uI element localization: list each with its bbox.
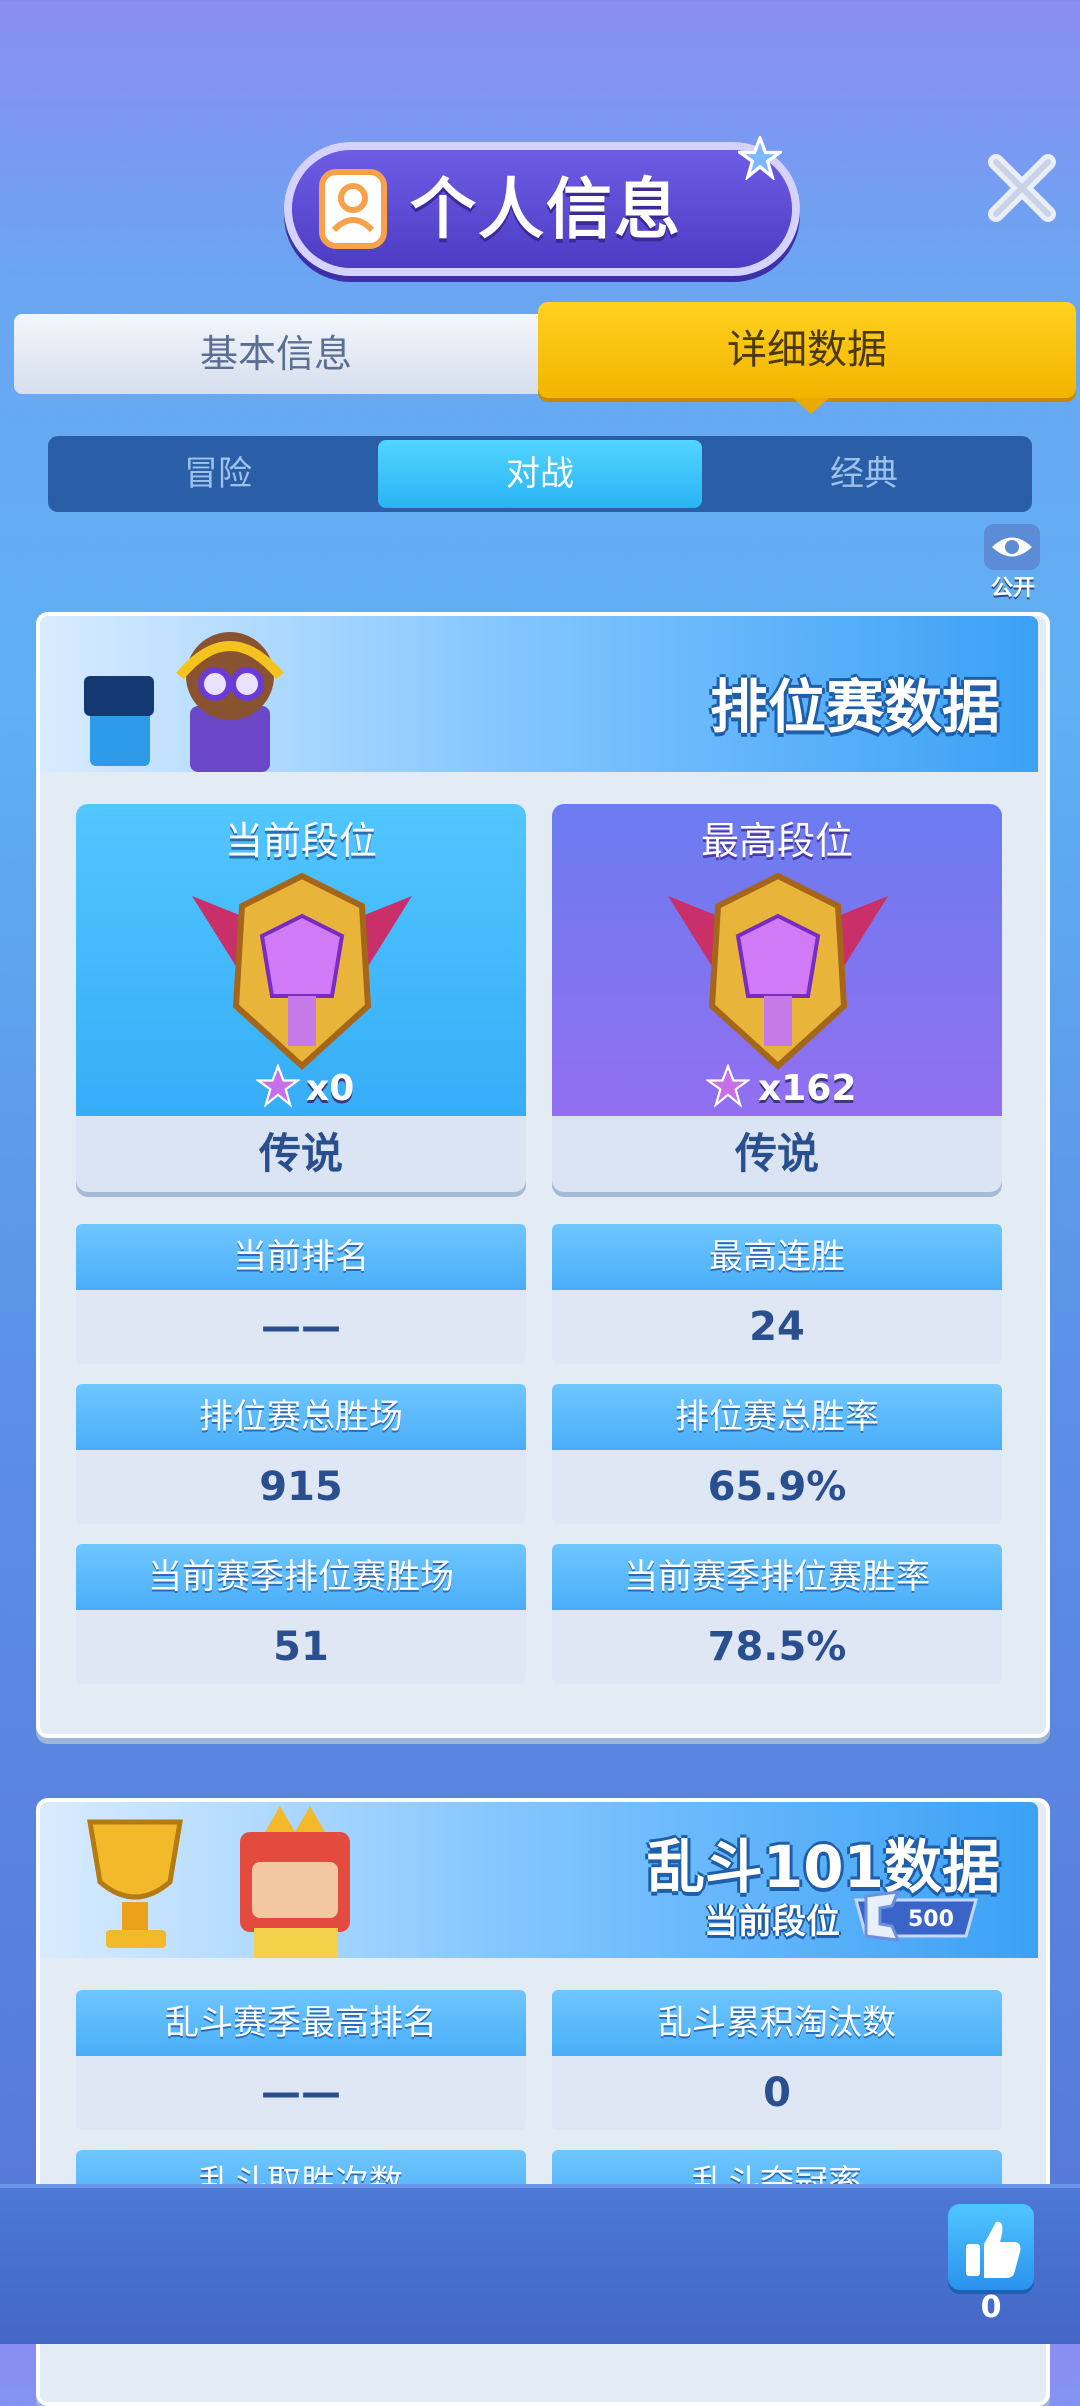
profile-icon bbox=[319, 169, 387, 249]
like-count: 0 bbox=[980, 2290, 1002, 2325]
stat-label: 当前赛季排位赛胜率 bbox=[552, 1544, 1002, 1610]
bottom-bar bbox=[0, 2184, 1080, 2344]
close-button[interactable] bbox=[982, 148, 1062, 228]
segment-battle[interactable]: 对战 bbox=[378, 440, 702, 508]
brawl-tier-badge-value: 500 bbox=[908, 1907, 954, 1932]
tab-detailed-data[interactable]: 详细数据 bbox=[538, 302, 1076, 398]
stat-value: 51 bbox=[76, 1610, 526, 1684]
stat-value: —— bbox=[76, 2056, 526, 2130]
stat-value: —— bbox=[76, 1290, 526, 1364]
current-star-count: x0 bbox=[306, 1068, 355, 1109]
highest-tier-name: 传说 bbox=[552, 1116, 1002, 1192]
brawl-current-tier-label: 当前段位 bbox=[704, 1902, 840, 1942]
stat-value: 0 bbox=[552, 2056, 1002, 2130]
page-title: 个人信息 bbox=[410, 171, 682, 248]
current-tier-name: 传说 bbox=[76, 1116, 526, 1192]
stat-label: 排位赛总胜率 bbox=[552, 1384, 1002, 1450]
trophy-character-illustration-icon bbox=[87, 1806, 350, 1958]
legend-rank-badge-icon bbox=[192, 872, 412, 1071]
stat-label: 乱斗累积淘汰数 bbox=[552, 1990, 1002, 2056]
star-decoration-icon bbox=[738, 136, 782, 180]
stat-label: 当前赛季排位赛胜场 bbox=[76, 1544, 526, 1610]
stat-value: 78.5% bbox=[552, 1610, 1002, 1684]
legend-rank-badge-icon bbox=[668, 872, 888, 1071]
segment-classic[interactable]: 经典 bbox=[702, 440, 1026, 508]
stat-value: 65.9% bbox=[552, 1450, 1002, 1524]
public-toggle-button[interactable] bbox=[984, 524, 1040, 570]
eye-icon bbox=[992, 537, 1032, 557]
stat-value: 915 bbox=[76, 1450, 526, 1524]
close-icon bbox=[988, 154, 1056, 222]
stat-value: 24 bbox=[552, 1290, 1002, 1364]
brawl-tier-badge-icon: 500 bbox=[854, 1890, 978, 1942]
star-icon bbox=[706, 1064, 750, 1108]
current-tier-label: 当前段位 bbox=[224, 819, 377, 863]
stat-label: 当前排名 bbox=[76, 1224, 526, 1290]
active-tab-pointer bbox=[793, 398, 829, 414]
stat-label: 乱斗赛季最高排名 bbox=[76, 1990, 526, 2056]
character-illustration-icon bbox=[84, 632, 284, 772]
highest-star-count: x162 bbox=[758, 1068, 857, 1109]
like-button[interactable] bbox=[948, 2204, 1034, 2290]
star-icon bbox=[256, 1064, 300, 1108]
public-toggle-label: 公开 bbox=[990, 576, 1035, 601]
highest-tier-label: 最高段位 bbox=[700, 819, 853, 863]
ranked-section-title: 排位赛数据 bbox=[709, 673, 1000, 741]
stat-label: 最高连胜 bbox=[552, 1224, 1002, 1290]
thumbs-up-icon bbox=[966, 2221, 1021, 2278]
segment-adventure[interactable]: 冒险 bbox=[56, 440, 380, 508]
stat-label: 排位赛总胜场 bbox=[76, 1384, 526, 1450]
tab-basic-info[interactable]: 基本信息 bbox=[14, 314, 538, 394]
